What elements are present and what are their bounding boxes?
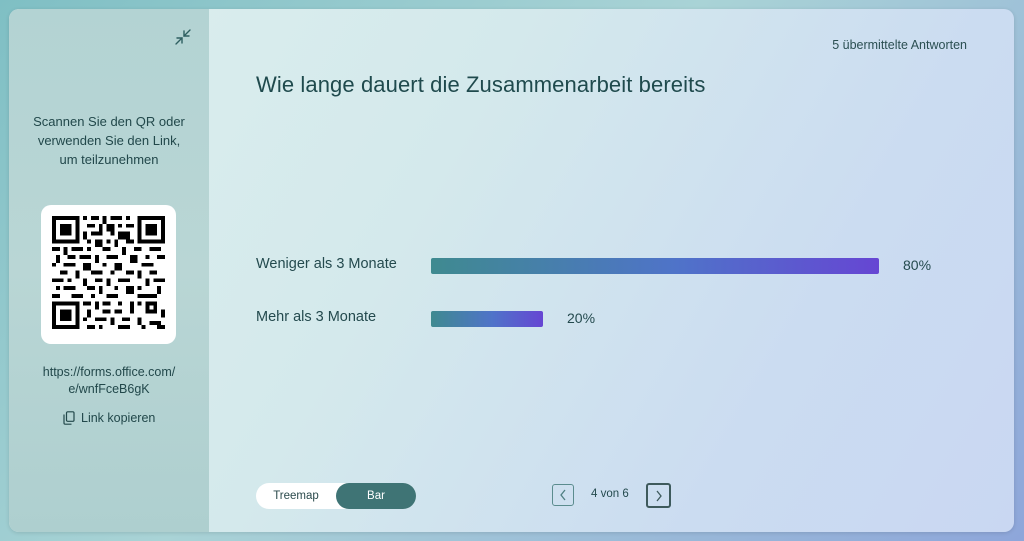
percent-label: 80% (903, 257, 932, 273)
option-label: Mehr als 3 Monate (256, 309, 377, 325)
presentation-card: Scannen Sie den QR oder verwenden Sie de… (9, 9, 1014, 532)
copy-icon (63, 411, 75, 425)
scan-instructions: Scannen Sie den QR oder verwenden Sie de… (33, 114, 185, 167)
copy-link-button[interactable]: Link kopieren (63, 409, 155, 427)
option-label: Weniger als 3 Monate (256, 256, 397, 272)
percent-label: 20% (567, 310, 596, 326)
chevron-left-icon (560, 489, 566, 501)
result-bar (431, 311, 543, 327)
treemap-toggle-option[interactable]: Treemap (256, 483, 336, 509)
form-link-line1: https://forms.office.com/ (42, 365, 176, 379)
previous-button[interactable] (552, 484, 574, 506)
bar-toggle-option[interactable]: Bar (336, 483, 416, 509)
view-toggle: Treemap Bar (256, 483, 416, 509)
question-title: Wie lange dauert die Zusammenarbeit bere… (256, 72, 706, 97)
qr-sidebar: Scannen Sie den QR oder verwenden Sie de… (9, 9, 209, 532)
form-link-line2: e/wnfFceB6gK (68, 382, 150, 396)
collapse-icon[interactable] (173, 27, 193, 47)
qr-code (41, 205, 176, 344)
copy-link-label: Link kopieren (81, 411, 156, 425)
response-count: 5 übermittelte Antworten (832, 38, 967, 52)
next-button[interactable] (646, 483, 671, 508)
page-indicator: 4 von 6 (591, 488, 629, 500)
chevron-right-icon (655, 490, 662, 501)
result-bar (431, 258, 879, 274)
form-link[interactable]: https://forms.office.com/ e/wnfFceB6gK (33, 364, 185, 398)
